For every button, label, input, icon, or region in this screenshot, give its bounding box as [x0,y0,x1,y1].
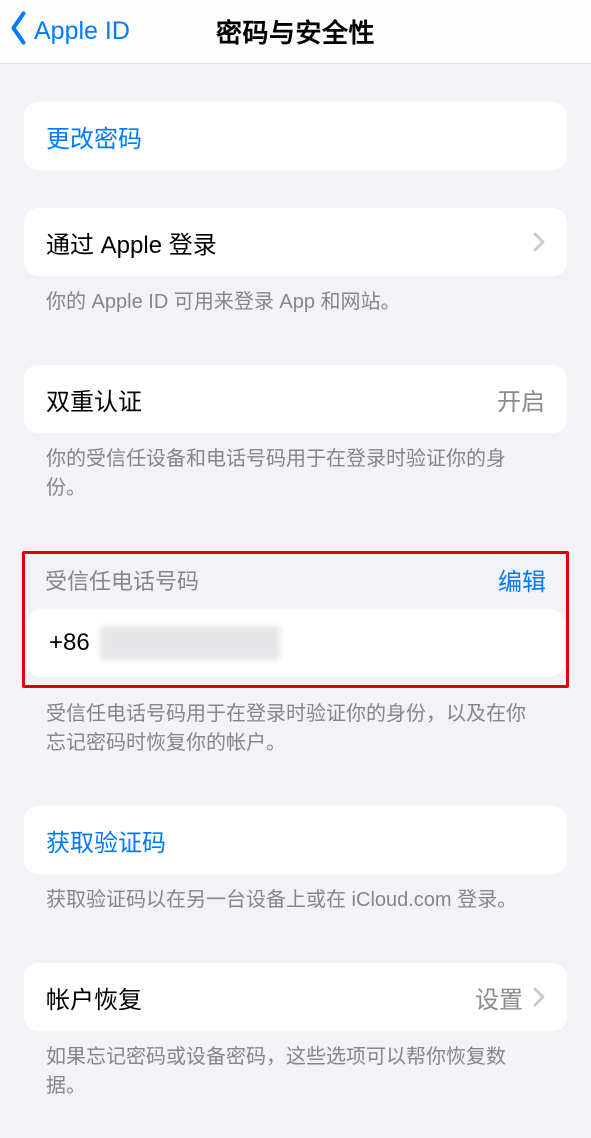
back-label: Apple ID [34,17,130,46]
nav-bar: Apple ID 密码与安全性 [0,0,591,64]
sign-in-with-apple-row[interactable]: 通过 Apple 登录 [24,208,567,276]
trusted-phone-number-redacted [100,626,280,660]
sign-in-with-apple-footer: 你的 Apple ID 可用来登录 App 和网站。 [24,276,567,317]
get-code-footer: 获取验证码以在另一台设备上或在 iCloud.com 登录。 [24,874,567,915]
chevron-right-icon [533,232,545,252]
trusted-phone-edit-button[interactable]: 编辑 [498,562,546,597]
account-recovery-row[interactable]: 帐户恢复 设置 [24,963,567,1031]
trusted-phone-row[interactable]: +86 [27,609,564,677]
change-password-label: 更改密码 [46,119,142,154]
trusted-phone-header: 受信任电话号码 [45,564,199,596]
two-factor-footer: 你的受信任设备和电话号码用于在登录时验证你的身份。 [24,433,567,503]
chevron-left-icon [6,10,32,53]
chevron-right-icon [533,987,545,1007]
account-recovery-value: 设置 [475,980,523,1015]
get-code-label: 获取验证码 [46,823,166,858]
back-button[interactable]: Apple ID [0,10,130,53]
two-factor-value: 开启 [497,382,545,417]
account-recovery-label: 帐户恢复 [46,980,142,1015]
two-factor-label: 双重认证 [46,382,142,417]
change-password-row[interactable]: 更改密码 [24,102,567,170]
trusted-phone-highlight: 受信任电话号码 编辑 +86 [22,551,569,688]
two-factor-row[interactable]: 双重认证 开启 [24,365,567,433]
trusted-phone-prefix: +86 [49,629,90,657]
get-code-row[interactable]: 获取验证码 [24,806,567,874]
account-recovery-footer: 如果忘记密码或设备密码，这些选项可以帮你恢复数据。 [24,1031,567,1101]
trusted-phone-footer: 受信任电话号码用于在登录时验证你的身份，以及在你忘记密码时恢复你的帐户。 [24,688,567,758]
sign-in-with-apple-label: 通过 Apple 登录 [46,225,217,260]
